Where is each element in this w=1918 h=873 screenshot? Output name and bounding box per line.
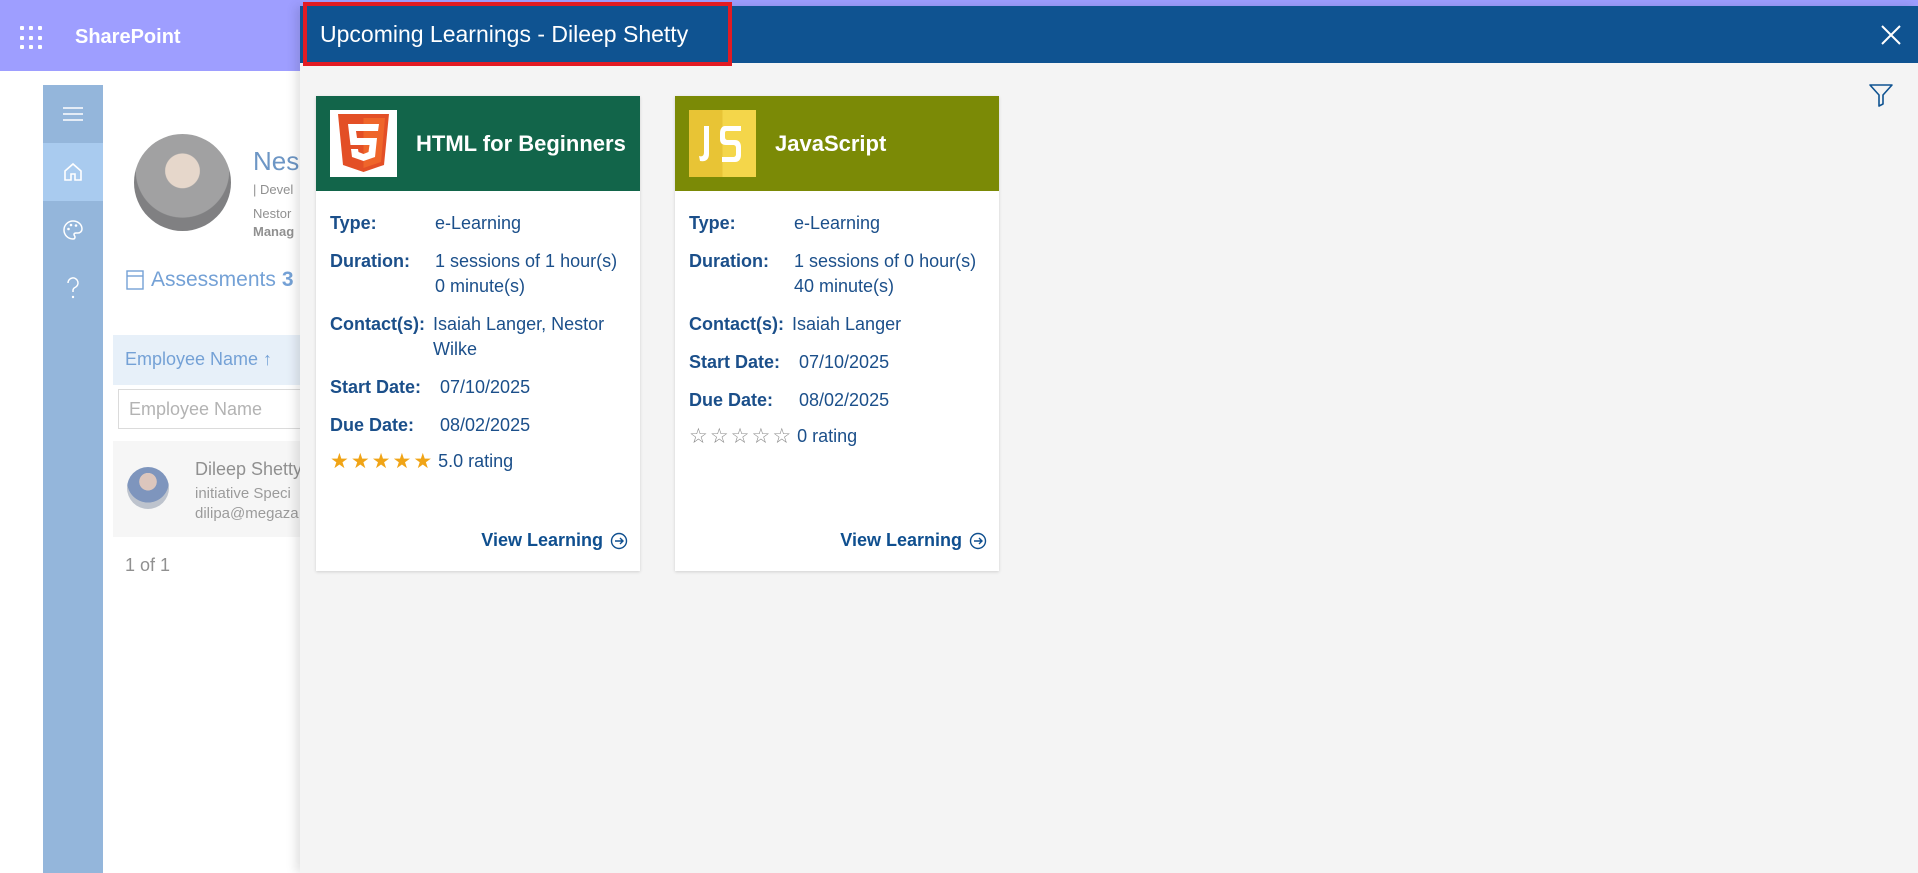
view-learning-link[interactable]: View Learning: [481, 530, 628, 551]
start-date-row: Start Date: 07/10/2025: [689, 350, 985, 375]
due-date-value: 08/02/2025: [440, 415, 531, 435]
learning-card[interactable]: JavaScript Type: e-Learning Duration: 1 …: [675, 96, 999, 571]
star-icon: ☆: [689, 425, 708, 448]
js-logo-icon: [689, 110, 756, 177]
contacts-label: Contact(s):: [689, 314, 784, 334]
type-label: Type:: [689, 213, 736, 233]
card-header: HTML for Beginners: [316, 96, 640, 191]
duration-value: 1 sessions of 0 hour(s) 40 minute(s): [794, 251, 977, 296]
rating: ☆ ☆ ☆ ☆ ☆ 0 rating: [689, 426, 985, 447]
star-rating: ★ ★ ★ ★ ★: [330, 451, 432, 472]
due-date-row: Due Date: 08/02/2025: [330, 413, 626, 438]
card-title: JavaScript: [775, 130, 887, 156]
arrow-circle-right-icon: [969, 532, 987, 549]
type-row: Type: e-Learning: [689, 211, 985, 236]
arrow-circle-right-icon: [610, 532, 628, 549]
contacts-value: Isaiah Langer: [792, 314, 902, 334]
rating: ★ ★ ★ ★ ★ 5.0 rating: [330, 451, 626, 472]
star-icon: ★: [413, 450, 433, 473]
star-rating: ☆ ☆ ☆ ☆ ☆: [689, 426, 791, 447]
start-date-label: Start Date:: [689, 352, 781, 372]
star-icon: ☆: [751, 425, 771, 448]
card-header: JavaScript: [675, 96, 999, 191]
type-row: Type: e-Learning: [330, 211, 626, 236]
view-learning-label: View Learning: [840, 530, 962, 550]
view-learning-label: View Learning: [481, 530, 603, 550]
star-icon: ☆: [709, 425, 729, 448]
type-label: Type:: [330, 213, 377, 233]
duration-row: Duration: 1 sessions of 1 hour(s) 0 minu…: [330, 249, 626, 299]
type-value: e-Learning: [794, 213, 881, 233]
learnings-panel: Upcoming Learnings - Dileep Shetty HTML …: [300, 2, 1918, 873]
card-title: HTML for Beginners: [416, 130, 626, 156]
filter-icon[interactable]: [1868, 82, 1894, 108]
star-icon: ☆: [772, 425, 792, 448]
start-date-row: Start Date: 07/10/2025: [330, 375, 626, 400]
duration-row: Duration: 1 sessions of 0 hour(s) 40 min…: [689, 249, 985, 299]
star-icon: ☆: [730, 425, 750, 448]
due-date-label: Due Date:: [330, 415, 415, 435]
duration-label: Duration:: [330, 251, 410, 271]
rating-text: 0 rating: [797, 426, 858, 446]
rating-text: 5.0 rating: [438, 451, 514, 471]
type-value: e-Learning: [435, 213, 522, 233]
contacts-row: Contact(s): Isaiah Langer: [689, 312, 985, 337]
start-date-value: 07/10/2025: [440, 377, 531, 397]
star-icon: ★: [330, 450, 349, 473]
contacts-row: Contact(s): Isaiah Langer, Nestor Wilke: [330, 312, 626, 362]
panel-title: Upcoming Learnings - Dileep Shetty: [303, 2, 733, 66]
star-icon: ★: [350, 450, 370, 473]
panel-header: Upcoming Learnings - Dileep Shetty: [300, 2, 1918, 66]
start-date-label: Start Date:: [330, 377, 422, 397]
due-date-value: 08/02/2025: [799, 390, 890, 410]
view-learning-link[interactable]: View Learning: [840, 530, 987, 551]
due-date-label: Due Date:: [689, 390, 774, 410]
start-date-value: 07/10/2025: [799, 352, 890, 372]
learning-cards: HTML for Beginners Type: e-Learning Dura…: [316, 96, 999, 571]
contacts-label: Contact(s):: [330, 314, 425, 334]
star-icon: ★: [371, 450, 391, 473]
duration-value: 1 sessions of 1 hour(s) 0 minute(s): [435, 251, 618, 296]
duration-label: Duration:: [689, 251, 769, 271]
close-icon[interactable]: [1878, 22, 1904, 48]
due-date-row: Due Date: 08/02/2025: [689, 388, 985, 413]
star-icon: ★: [392, 450, 412, 473]
learning-card[interactable]: HTML for Beginners Type: e-Learning Dura…: [316, 96, 640, 571]
html5-logo-icon: [330, 110, 397, 177]
contacts-value: Isaiah Langer, Nestor Wilke: [433, 314, 605, 359]
